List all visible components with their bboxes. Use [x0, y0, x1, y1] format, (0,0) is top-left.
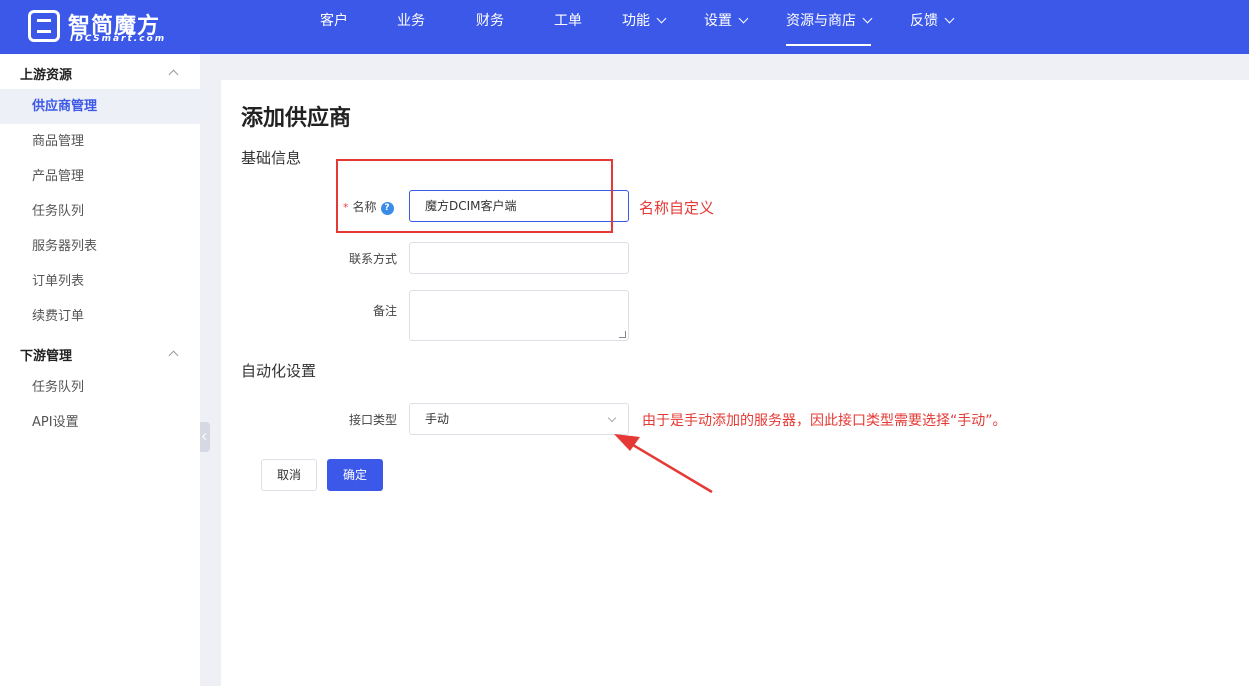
- sidebar: 上游资源 供应商管理 商品管理 产品管理 任务队列 服务器列表 订单列表 续费订…: [0, 54, 200, 686]
- chevron-down-icon: [944, 13, 955, 24]
- annotation-name-note: 名称自定义: [639, 199, 715, 217]
- nav-item-customers[interactable]: 客户: [320, 0, 348, 54]
- sidebar-collapse-handle[interactable]: [200, 422, 210, 452]
- confirm-button[interactable]: 确定: [327, 459, 383, 491]
- sidebar-item-downstream-task-queue[interactable]: 任务队列: [0, 370, 200, 405]
- brand-logo[interactable]: 智简魔方 IDCSmart.com: [28, 8, 188, 46]
- sidebar-group-upstream[interactable]: 上游资源: [20, 64, 72, 83]
- note-textarea[interactable]: [409, 290, 629, 341]
- nav-item-tickets[interactable]: 工单: [554, 0, 582, 54]
- section-title-basic: 基础信息: [241, 149, 302, 167]
- brand-sub: IDCSmart.com: [70, 34, 167, 44]
- nav-item-business[interactable]: 业务: [397, 0, 425, 54]
- sidebar-item-supplier-management[interactable]: 供应商管理: [0, 89, 200, 124]
- top-navbar: 智简魔方 IDCSmart.com 客户 业务 财务 工单 功能 设置 资源与商…: [0, 0, 1249, 54]
- page-title: 添加供应商: [241, 106, 352, 131]
- note-label: 备注: [373, 304, 398, 318]
- nav-item-settings[interactable]: 设置: [704, 0, 749, 54]
- sidebar-item-api-settings[interactable]: API设置: [0, 405, 200, 440]
- sidebar-group-downstream[interactable]: 下游管理: [20, 345, 72, 364]
- chevron-down-icon: [656, 13, 667, 24]
- logo-icon: [28, 10, 60, 42]
- chevron-up-icon[interactable]: [168, 69, 179, 80]
- chevron-up-icon[interactable]: [168, 350, 179, 361]
- cancel-button[interactable]: 取消: [261, 459, 317, 491]
- nav-item-finance[interactable]: 财务: [476, 0, 504, 54]
- nav-item-feedback[interactable]: 反馈: [910, 0, 955, 54]
- sidebar-item-renewal-orders[interactable]: 续费订单: [0, 299, 200, 334]
- nav-item-resources-store[interactable]: 资源与商店: [786, 0, 873, 54]
- chevron-down-icon: [862, 13, 873, 24]
- section-title-automation: 自动化设置: [241, 362, 317, 380]
- sidebar-item-task-queue[interactable]: 任务队列: [0, 194, 200, 229]
- sidebar-item-product-management[interactable]: 产品管理: [0, 159, 200, 194]
- contact-input[interactable]: [409, 242, 629, 274]
- sidebar-item-goods-management[interactable]: 商品管理: [0, 124, 200, 159]
- resize-handle-icon[interactable]: [619, 331, 626, 338]
- interface-type-label: 接口类型: [349, 413, 398, 427]
- annotation-arrow-icon: [614, 434, 713, 494]
- nav-item-features[interactable]: 功能: [622, 0, 667, 54]
- interface-type-select[interactable]: 手动: [409, 403, 629, 435]
- chevron-down-icon: [738, 13, 749, 24]
- sidebar-item-order-list[interactable]: 订单列表: [0, 264, 200, 299]
- highlight-box: [336, 159, 613, 233]
- contact-label: 联系方式: [349, 252, 398, 266]
- sidebar-item-server-list[interactable]: 服务器列表: [0, 229, 200, 264]
- interface-type-value: 手动: [425, 412, 450, 426]
